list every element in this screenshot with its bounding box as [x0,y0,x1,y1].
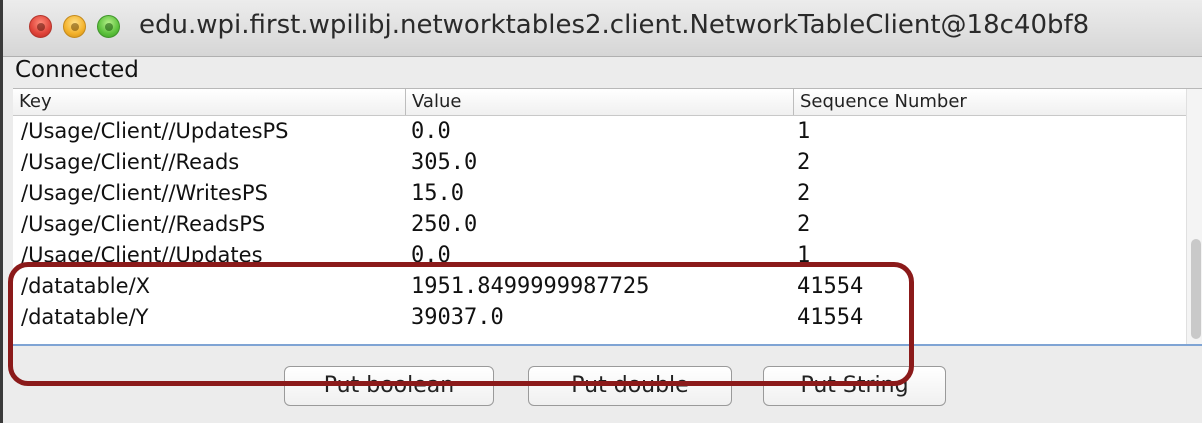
cell-key: /datatable/X [21,274,151,298]
cell-key: /Usage/Client//Updates [21,243,263,267]
table-row[interactable]: /Usage/Client//Reads 305.0 2 [13,147,1187,178]
cell-sequence-number: 1 [797,119,811,144]
put-boolean-button[interactable]: Put boolean [284,366,494,406]
cell-value: 305.0 [411,150,478,175]
cell-value: 1951.8499999987725 [411,274,650,299]
connection-status: Connected [15,57,139,83]
put-double-button[interactable]: Put double [528,366,732,406]
minimize-icon[interactable] [63,15,86,38]
table-row[interactable]: /Usage/Client//WritesPS 15.0 2 [13,178,1187,209]
close-icon[interactable] [29,15,52,38]
table-row[interactable]: /datatable/X 1951.8499999987725 41554 [13,271,1187,302]
cell-sequence-number: 41554 [797,274,864,299]
column-header-key[interactable]: Key [13,89,405,115]
table-header: Key Value Sequence Number [13,89,1187,116]
cell-value: 15.0 [411,181,464,206]
cell-key: /datatable/Y [21,305,149,329]
table-row[interactable]: /Usage/Client//ReadsPS 250.0 2 [13,209,1187,240]
cell-sequence-number: 2 [797,150,811,175]
cell-sequence-number: 41554 [797,305,864,330]
table-row[interactable]: /Usage/Client//UpdatesPS 0.0 1 [13,116,1187,147]
cell-key: /Usage/Client//ReadsPS [21,212,266,236]
title-bar[interactable]: edu.wpi.first.wpilibj.networktables2.cli… [3,0,1202,57]
vertical-scrollbar[interactable] [1186,89,1202,344]
cell-value: 39037.0 [411,305,504,330]
cell-sequence-number: 2 [797,181,811,206]
maximize-icon[interactable] [97,15,120,38]
table-body: /Usage/Client//UpdatesPS 0.0 1 /Usage/Cl… [13,116,1187,333]
column-header-sequence-number[interactable]: Sequence Number [793,89,1179,115]
cell-sequence-number: 1 [797,243,811,268]
cell-value: 250.0 [411,212,478,237]
cell-key: /Usage/Client//Reads [21,150,240,174]
cell-key: /Usage/Client//WritesPS [21,181,268,205]
table-row[interactable]: /Usage/Client//Updates 0.0 1 [13,240,1187,271]
table-scroll-pane[interactable]: Key Value Sequence Number /Usage/Client/… [13,88,1202,346]
window-title: edu.wpi.first.wpilibj.networktables2.cli… [139,10,1090,40]
scrollbar-thumb[interactable] [1191,239,1201,339]
put-string-button[interactable]: Put String [763,366,946,406]
app-window: edu.wpi.first.wpilibj.networktables2.cli… [0,0,1202,423]
column-header-value[interactable]: Value [405,89,793,115]
cell-value: 0.0 [411,119,451,144]
table-row[interactable]: /datatable/Y 39037.0 41554 [13,302,1187,333]
cell-sequence-number: 2 [797,212,811,237]
cell-value: 0.0 [411,243,451,268]
cell-key: /Usage/Client//UpdatesPS [21,119,289,143]
